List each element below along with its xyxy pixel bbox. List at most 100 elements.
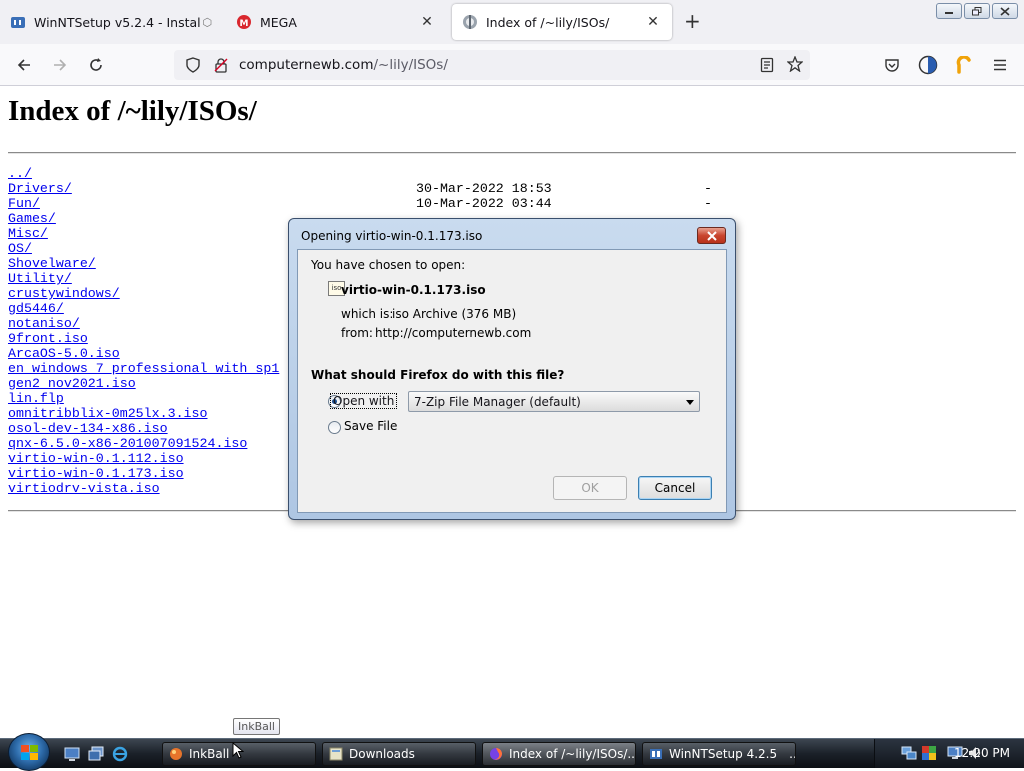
file-link[interactable]: 9front.iso [8,331,88,346]
close-window-button[interactable] [992,3,1018,19]
switch-windows-icon[interactable] [88,746,104,762]
file-link[interactable]: Utility/ [8,271,72,286]
extension-icon [956,56,971,74]
file-link[interactable]: virtio-win-0.1.173.iso [8,466,184,481]
save-file-radio[interactable] [328,421,341,434]
tab-strip: WinNTSetup v5.2.4 - Install Win ⬡ M MEGA… [0,0,1024,44]
file-size: - [704,196,712,211]
window-controls [936,3,1018,19]
directory-icon [462,14,478,30]
account-button[interactable] [916,53,940,77]
file-link[interactable]: notaniso/ [8,316,80,331]
mega-icon: M [236,14,252,30]
taskbar-item-label: InkBall [189,747,230,761]
page-title: Index of /~lily/ISOs/ [8,95,257,127]
dialog-title: Opening virtio-win-0.1.173.iso [301,229,483,243]
file-link[interactable]: gd5446/ [8,301,64,316]
tab-winntsetup[interactable]: WinNTSetup v5.2.4 - Install Win ⬡ [0,4,222,40]
new-tab-button[interactable]: + [684,10,701,32]
file-link[interactable]: Drivers/ [8,181,72,196]
insecure-lock-icon[interactable] [214,57,228,76]
navigation-bar: computernewb.com/~lily/ISOs/ [0,44,1024,86]
file-link[interactable]: OS/ [8,241,32,256]
url-text[interactable]: computernewb.com/~lily/ISOs/ [239,57,448,73]
file-link[interactable]: virtio-win-0.1.112.iso [8,451,184,466]
show-desktop-icon[interactable] [64,746,80,762]
account-icon [918,55,938,75]
file-link[interactable]: crustywindows/ [8,286,120,301]
taskbar-item-downloads[interactable]: Downloads [322,742,476,766]
application-select[interactable]: 7-Zip File Manager (default) [408,391,700,412]
firefox-icon [489,747,503,761]
taskbar-item-firefox[interactable]: Index of /~lily/ISOs/... [482,742,636,766]
file-link[interactable]: gen2_nov2021.iso [8,376,136,391]
open-with-label[interactable]: Open with [330,393,398,409]
url-path: /~lily/ISOs/ [373,57,448,73]
bookmark-star-icon[interactable] [786,55,804,75]
reload-button[interactable] [84,53,108,77]
file-link[interactable]: osol-dev-134-x86.iso [8,421,168,436]
tab-index[interactable]: Index of /~lily/ISOs/ ✕ [452,4,672,40]
tab-title: MEGA [260,14,297,30]
shield-tray-icon[interactable] [921,745,937,764]
tracking-protection-icon[interactable] [186,57,200,76]
file-link[interactable]: en_windows_7_professional_with_sp1 [8,361,279,376]
taskbar: InkBall Downloads Index of /~lily/ISOs/.… [0,733,1024,771]
file-link[interactable]: lin.flp [8,391,64,406]
taskbar-overflow: ... [789,747,795,761]
inkball-icon [169,747,183,761]
file-link[interactable]: omnitribblix-0m25lx.3.iso [8,406,208,421]
cancel-button[interactable]: Cancel [638,476,712,500]
download-dialog: Opening virtio-win-0.1.173.iso You have … [288,218,736,520]
pocket-button[interactable] [880,53,904,77]
chosen-to-open-text: You have chosen to open: [311,258,466,272]
file-name: virtio-win-0.1.173.iso [341,283,486,297]
dialog-close-button[interactable] [697,227,726,244]
mouse-cursor-icon [232,742,244,759]
minimize-button[interactable] [936,3,962,19]
restore-button[interactable] [964,3,990,19]
extension-button[interactable] [952,53,976,77]
from-label: from: [341,326,373,340]
back-arrow-icon [17,59,30,71]
file-link[interactable]: ArcaOS-5.0.iso [8,346,120,361]
system-tray: 12:20 PM [874,739,1024,768]
selected-application: 7-Zip File Manager (default) [414,395,581,409]
clock[interactable]: 12:20 PM [954,746,1010,760]
ok-button[interactable]: OK [553,476,627,500]
file-link[interactable]: Shovelware/ [8,256,96,271]
reload-icon [90,58,102,71]
file-link[interactable]: ../ [8,166,32,181]
forward-arrow-icon [54,59,67,71]
start-button[interactable] [8,733,50,771]
file-link[interactable]: virtiodrv-vista.iso [8,481,160,496]
source-url: http://computernewb.com [375,326,532,340]
close-tab-icon[interactable]: ✕ [644,14,662,30]
file-link[interactable]: Games/ [8,211,56,226]
which-is-label: which is: [341,307,394,321]
reader-view-icon[interactable] [760,57,774,76]
firefox-question: What should Firefox do with this file? [311,368,565,382]
modified-date: 10-Mar-2022 03:44 [416,196,552,211]
taskbar-item-winntsetup[interactable]: WinNTSetup 4.2.5 ... [642,742,796,766]
modified-date: 30-Mar-2022 18:53 [416,181,552,196]
close-icon [706,230,717,241]
save-file-label[interactable]: Save File [344,419,397,433]
windows-logo-icon [21,745,38,760]
file-size: - [704,181,712,196]
menu-button[interactable] [988,53,1012,77]
close-tab-icon[interactable]: ✕ [418,14,436,30]
file-link[interactable]: qnx-6.5.0-x86-201007091524.iso [8,436,247,451]
back-button[interactable] [12,53,36,77]
dropdown-arrow-icon [686,400,694,405]
tab-title: Index of /~lily/ISOs/ [486,14,610,30]
file-link[interactable]: Misc/ [8,226,48,241]
forward-button[interactable] [48,53,72,77]
divider [8,152,1016,154]
winntsetup-icon [649,747,663,761]
network-icon[interactable] [901,745,917,764]
tab-mega[interactable]: M MEGA ✕ [226,4,446,40]
file-link[interactable]: Fun/ [8,196,40,211]
address-bar[interactable]: computernewb.com/~lily/ISOs/ [174,50,810,80]
internet-explorer-icon[interactable] [112,746,128,762]
